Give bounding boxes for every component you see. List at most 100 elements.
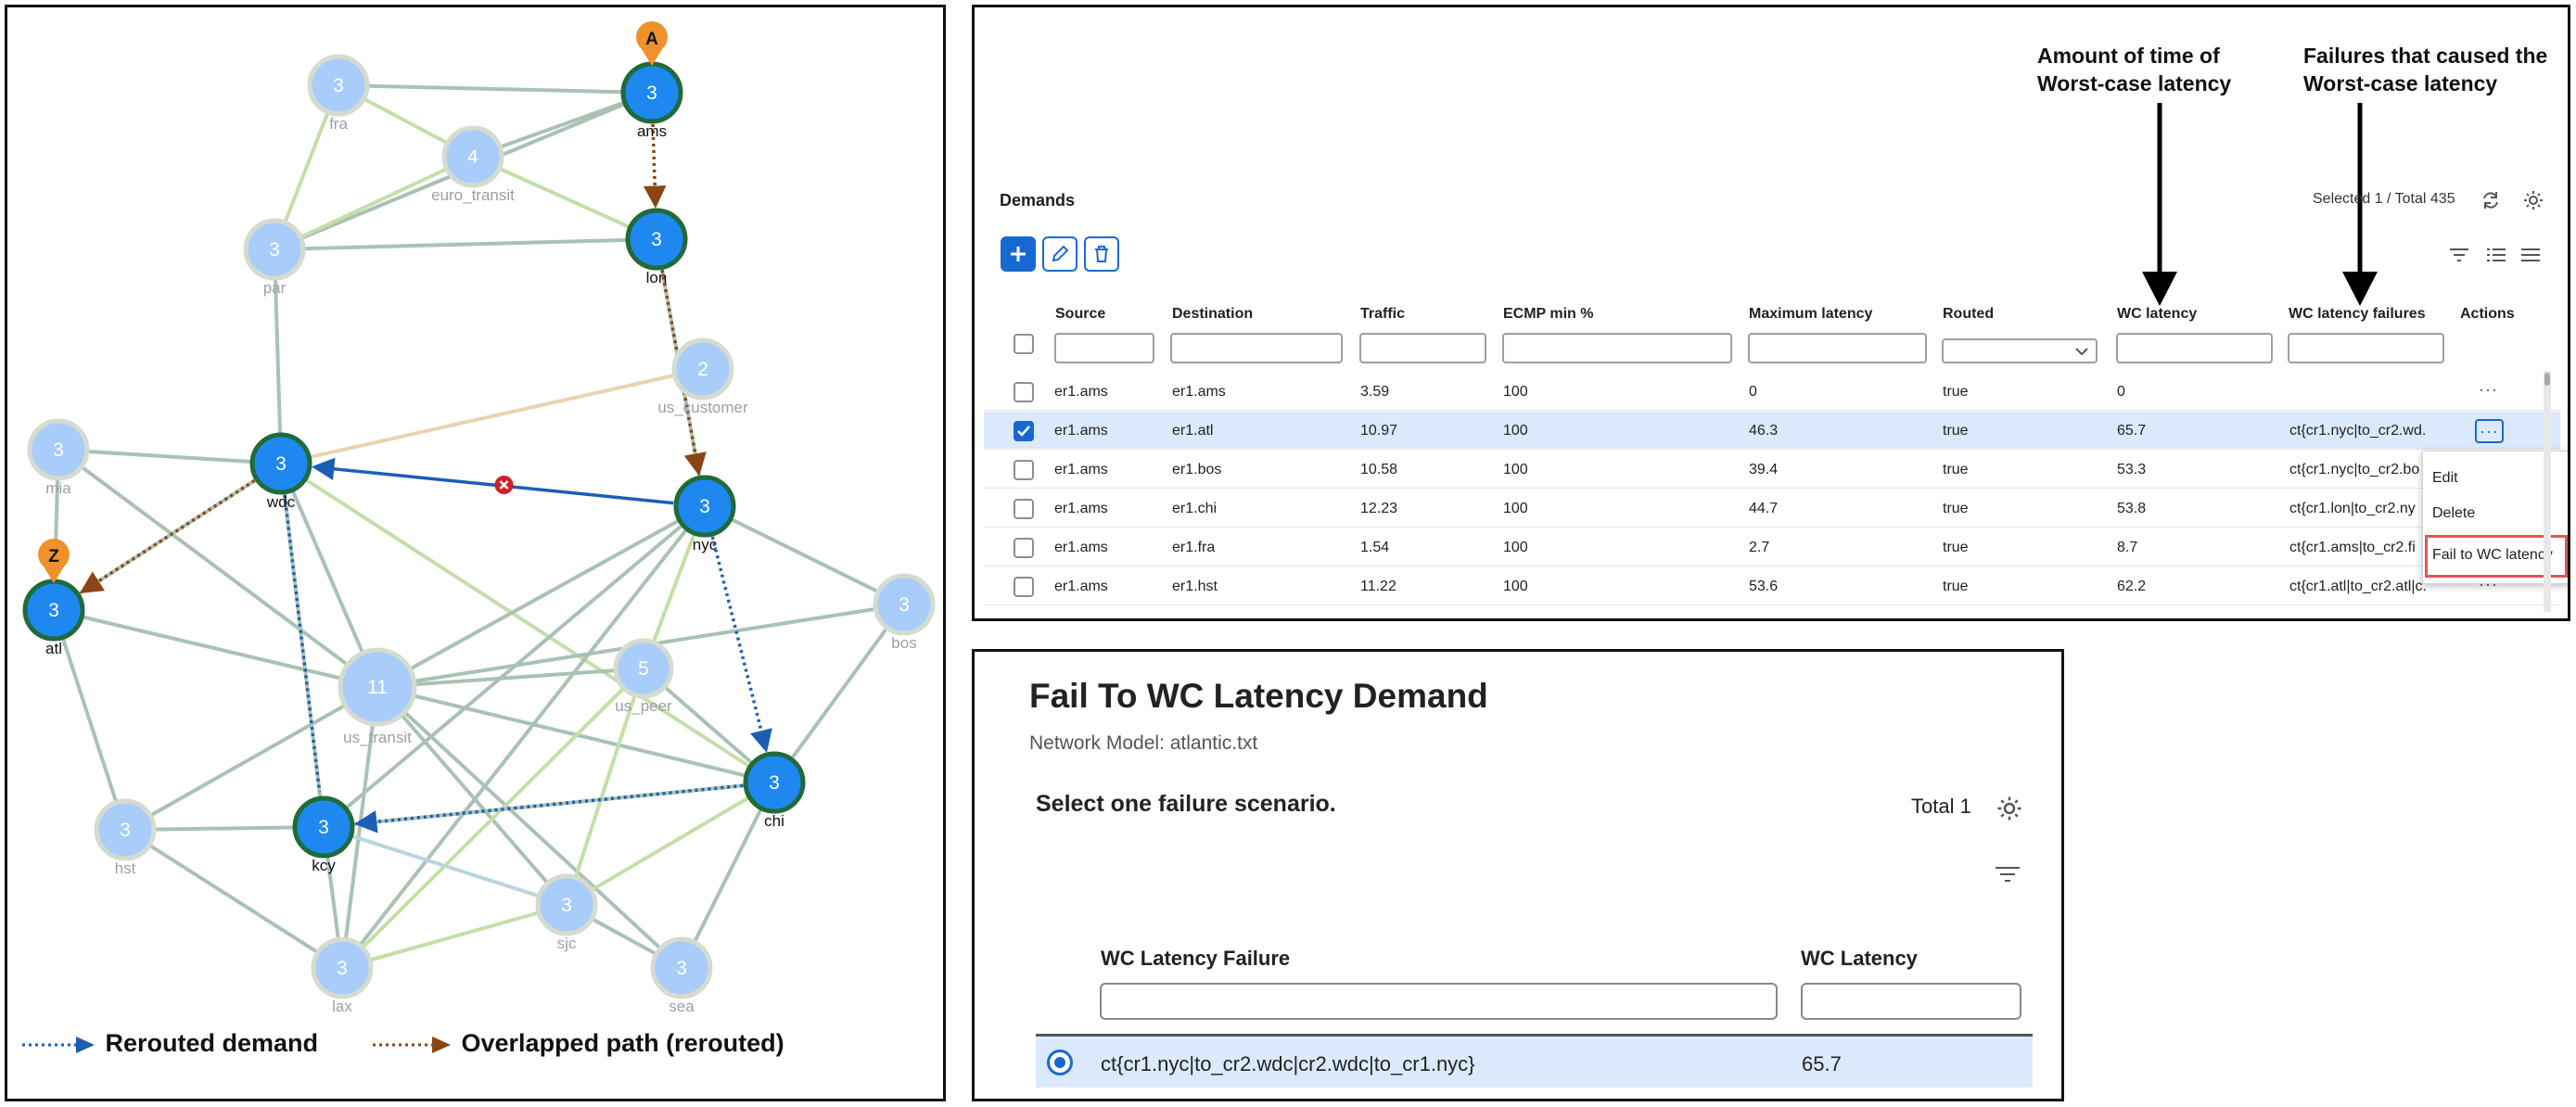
row-checkbox[interactable] <box>1014 499 1034 519</box>
node-kcy[interactable]: 3 kcy <box>292 795 355 874</box>
wc-latency-arrowhead <box>2142 272 2177 306</box>
add-button[interactable] <box>1001 236 1036 272</box>
col-routed[interactable]: Routed <box>1943 306 1994 323</box>
node-sjc[interactable]: 3 sjc <box>535 873 598 952</box>
table-row[interactable]: er1.ams er1.ams 3.59 100 0 true 0 ··· <box>984 373 2560 411</box>
table-row[interactable]: er1.ams er1.hst 11.22 100 53.6 true 62.2 ct{cr1… <box>984 567 2560 605</box>
list-view-icon[interactable] <box>2486 247 2506 263</box>
dialog-total: Total 1 <box>1911 795 1971 818</box>
node-count: 3 <box>561 895 572 916</box>
ecmp-filter-input[interactable] <box>1502 333 1732 363</box>
node-wdc[interactable]: 3 wdc <box>249 432 312 511</box>
cell-destination: er1.bos <box>1172 462 1222 477</box>
filter-icon[interactable] <box>1995 865 2021 885</box>
node-lax[interactable]: 3 lax <box>311 936 374 1015</box>
scrollbar-thumb[interactable] <box>2544 373 2550 386</box>
legend-overlapped-label: Overlapped path (rerouted) <box>461 1029 784 1057</box>
cell-max-latency: 39.4 <box>1749 462 1779 477</box>
row-checkbox[interactable] <box>1014 382 1034 402</box>
node-label: atl <box>45 640 62 657</box>
table-row[interactable]: er1.ams er1.fra 1.54 100 2.7 true 8.7 ct{cr1.am… <box>984 528 2560 566</box>
cell-wc-failures: ct{cr1.nyc|to_cr2.bo <box>2289 462 2420 477</box>
col-wc-latency[interactable]: WC Latency <box>1801 947 1918 971</box>
node-count: 3 <box>699 496 710 517</box>
col-traffic[interactable]: Traffic <box>1360 306 1405 323</box>
node-fra[interactable]: 3 fra <box>307 54 370 133</box>
scrollbar[interactable] <box>2544 371 2551 612</box>
link-wdc-mia <box>57 448 282 465</box>
wc-latency-filter-input[interactable] <box>2116 333 2273 363</box>
table-row[interactable]: er1.ams er1.chi 12.23 100 44.7 true 53.8 ct{cr1… <box>984 490 2560 528</box>
node-lon[interactable]: 3 lon <box>625 208 688 286</box>
wc-failures-filter-input[interactable] <box>2288 333 2444 363</box>
cell-source: er1.ams <box>1054 501 1108 516</box>
link-atl-hst <box>52 609 127 831</box>
delete-button[interactable] <box>1084 236 1119 272</box>
col-max-latency[interactable]: Maximum latency <box>1749 306 1872 323</box>
node-count: 3 <box>337 958 348 979</box>
traffic-filter-input[interactable] <box>1359 333 1486 363</box>
node-label: fra <box>329 115 348 133</box>
node-hst[interactable]: 3 hst <box>94 798 157 877</box>
node-sea[interactable]: 3 sea <box>650 936 713 1015</box>
table-row[interactable]: er1.ams er1.bos 10.58 100 39.4 true 53.3 ct{cr1… <box>984 451 2560 489</box>
node-ams[interactable]: 3 ams A <box>620 21 683 140</box>
cell-routed: true <box>1943 423 1969 439</box>
cell-routed: true <box>1943 579 1969 594</box>
node-label: us_peer <box>615 697 672 715</box>
cell-routed: true <box>1943 462 1969 477</box>
row-actions-button[interactable]: ··· <box>2479 380 2498 400</box>
link-wdc-us_customer <box>280 367 704 465</box>
node-us_customer[interactable]: 2 us_customer <box>657 337 748 416</box>
node-chi[interactable]: 3 chi <box>743 751 806 830</box>
col-wc-latency-failure[interactable]: WC Latency Failure <box>1101 947 1290 971</box>
cell-ecmp: 100 <box>1503 540 1528 555</box>
col-wc-latency[interactable]: WC latency <box>2117 306 2197 323</box>
node-label: lon <box>646 269 668 286</box>
row-checkbox[interactable] <box>1014 577 1034 597</box>
link-chi-bos <box>772 603 906 784</box>
density-icon[interactable] <box>2520 247 2541 263</box>
table-row[interactable]: er1.ams er1.atl 10.97 100 46.3 true 65.7 ct{cr1… <box>984 412 2560 450</box>
node-count: 3 <box>646 83 657 104</box>
node-nyc[interactable]: 3 nyc <box>673 475 736 554</box>
filter-icon[interactable] <box>2449 247 2469 263</box>
selection-count: Selected 1 / Total 435 <box>2313 191 2455 207</box>
cell-max-latency: 2.7 <box>1749 540 1770 555</box>
failure-filter-input[interactable] <box>1100 983 1778 1020</box>
select-all-checkbox[interactable] <box>1014 334 1034 354</box>
node-par[interactable]: 3 par <box>243 218 306 297</box>
edit-button[interactable] <box>1042 236 1078 272</box>
node-us_peer[interactable]: 5 us_peer <box>613 638 674 715</box>
routed-filter-select[interactable] <box>1942 338 2098 363</box>
failure-radio[interactable] <box>1047 1050 1073 1075</box>
row-checkbox[interactable] <box>1014 421 1034 441</box>
row-checkbox[interactable] <box>1014 538 1034 558</box>
col-destination[interactable]: Destination <box>1172 306 1253 323</box>
menu-edit[interactable]: Edit <box>2432 470 2458 487</box>
col-ecmp[interactable]: ECMP min % <box>1503 306 1594 323</box>
node-atl[interactable]: 3 atl Z <box>22 539 85 657</box>
gear-icon[interactable] <box>1996 795 2023 822</box>
failure-row[interactable]: ct{cr1.nyc|to_cr2.wdc|cr2.wdc|to_cr1.nyc… <box>1036 1034 2033 1088</box>
row-checkbox[interactable] <box>1014 460 1034 480</box>
source-filter-input[interactable] <box>1054 333 1154 363</box>
row-actions-button[interactable]: ··· <box>2475 419 2504 443</box>
node-mia[interactable]: 3 mia <box>27 418 90 497</box>
cell-destination: er1.chi <box>1172 501 1218 516</box>
check-icon <box>1017 426 1030 437</box>
legend-overlapped: Overlapped path (rerouted) <box>371 1029 784 1058</box>
latency-filter-input[interactable] <box>1801 983 2021 1020</box>
node-bos[interactable]: 3 bos <box>873 573 936 652</box>
col-source[interactable]: Source <box>1055 306 1105 323</box>
col-wc-failures[interactable]: WC latency failures <box>2289 306 2426 323</box>
node-count: 5 <box>638 658 649 680</box>
node-us_transit[interactable]: 11 us_transit <box>338 647 417 746</box>
refresh-icon[interactable] <box>2480 189 2502 211</box>
max-latency-filter-input[interactable] <box>1748 333 1927 363</box>
trash-icon <box>1095 246 1108 262</box>
link-atl-us_transit <box>53 608 378 689</box>
destination-filter-input[interactable] <box>1170 333 1343 363</box>
gear-icon[interactable] <box>2522 189 2544 211</box>
menu-delete[interactable]: Delete <box>2432 505 2475 522</box>
